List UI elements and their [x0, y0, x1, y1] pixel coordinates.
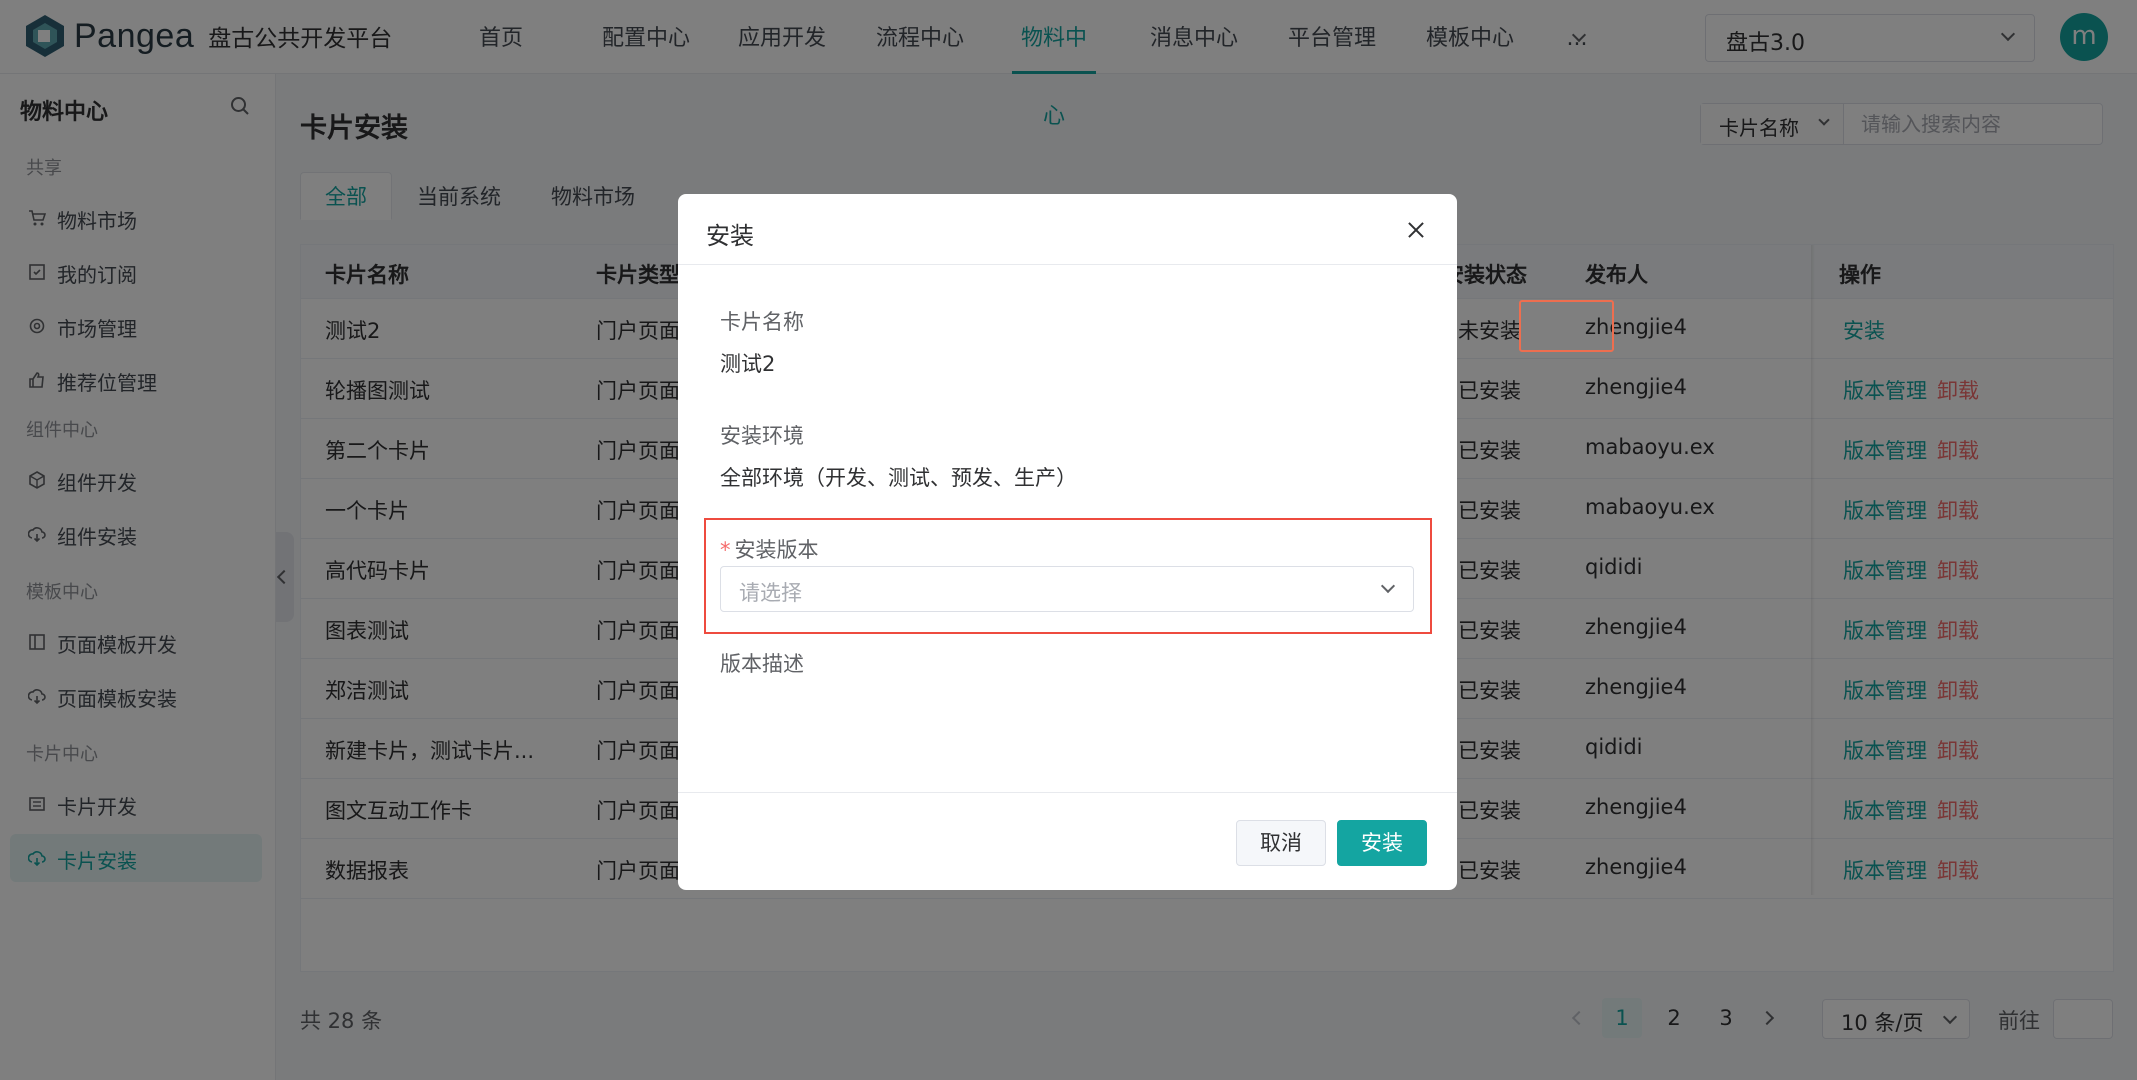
install-env-value: 全部环境（开发、测试、预发、生产） [720, 466, 1077, 490]
card-name-value: 测试2 [720, 352, 776, 376]
install-dialog: 安装 卡片名称 测试2 安装环境 全部环境（开发、测试、预发、生产） * 安装版本… [678, 194, 1457, 890]
install-env-label: 安装环境 [720, 424, 804, 448]
install-version-placeholder: 请选择 [739, 581, 802, 605]
dialog-header-divider [678, 264, 1457, 265]
install-version-label: * 安装版本 [720, 534, 819, 564]
required-mark: * [720, 538, 731, 562]
install-confirm-button[interactable]: 安装 [1337, 820, 1427, 866]
close-icon[interactable] [1404, 218, 1428, 242]
dialog-footer-divider [678, 792, 1457, 793]
install-version-select[interactable]: 请选择 [720, 566, 1414, 612]
highlight-box [1519, 300, 1614, 352]
install-version-label-text: 安装版本 [734, 538, 819, 562]
card-name-label: 卡片名称 [720, 310, 804, 334]
chevron-down-icon [1380, 578, 1396, 594]
version-desc-label: 版本描述 [720, 652, 804, 676]
dialog-title: 安装 [706, 222, 754, 250]
cancel-button[interactable]: 取消 [1236, 820, 1326, 866]
